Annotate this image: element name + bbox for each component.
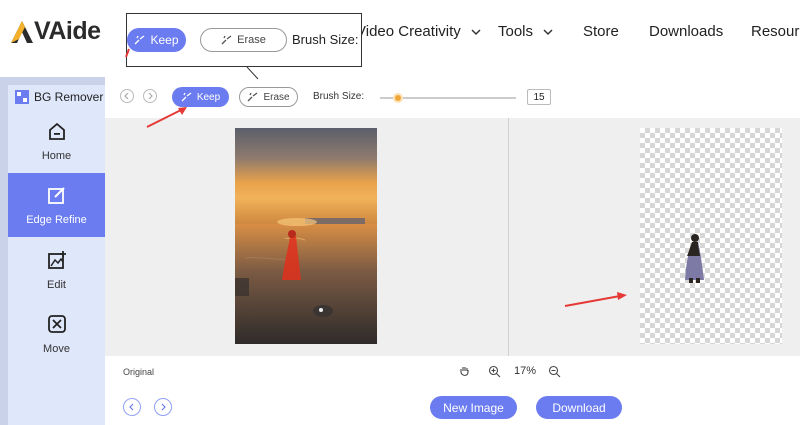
app-title-text: BG Remover xyxy=(34,90,104,104)
nav-tools[interactable]: Tools xyxy=(498,23,553,40)
sidebar-item-label: Edge Refine xyxy=(26,214,87,226)
sidebar-item-home[interactable]: Home xyxy=(8,109,105,173)
nav-resource[interactable]: Resource xyxy=(751,23,800,40)
zoom-in-icon xyxy=(488,365,501,378)
logo-a-icon xyxy=(11,20,33,43)
sidebar-item-label: Move xyxy=(43,343,70,355)
brush-size-thumb[interactable] xyxy=(393,93,403,103)
zoom-out-button[interactable] xyxy=(548,365,561,378)
logo-text: VAide xyxy=(34,17,101,45)
result-image xyxy=(640,128,782,344)
original-image xyxy=(235,128,377,344)
page: VAide Video Creativity Tools Store Downl… xyxy=(0,0,800,425)
erase-button[interactable]: Erase xyxy=(239,87,298,107)
edit-square-icon xyxy=(47,187,65,204)
app-title: BG Remover xyxy=(14,89,103,105)
nav-downloads[interactable]: Downloads xyxy=(649,23,723,40)
zoomed-toolbar-callout: Keep Erase Brush Size: xyxy=(126,13,362,67)
site-logo[interactable]: VAide xyxy=(10,17,101,46)
canvas-divider xyxy=(508,118,509,356)
brush-icon xyxy=(135,35,145,45)
chevron-down-icon xyxy=(471,28,481,35)
nav-label: Store xyxy=(583,23,619,40)
status-bar xyxy=(105,356,800,386)
callout-keep-button: Keep xyxy=(127,28,186,52)
zoom-in-button[interactable] xyxy=(488,365,501,378)
chevron-left-icon xyxy=(129,403,134,411)
nav-label: Video Creativity xyxy=(356,23,461,40)
new-image-button[interactable]: New Image xyxy=(430,396,517,419)
callout-erase-label: Erase xyxy=(237,34,266,46)
eraser-icon xyxy=(221,35,232,45)
keep-label: Keep xyxy=(196,91,221,103)
nav-label: Resource xyxy=(751,23,800,40)
nav-label: Tools xyxy=(498,23,534,40)
eraser-icon xyxy=(247,92,258,102)
brush-size-label: Brush Size: xyxy=(313,91,365,102)
undo-button[interactable] xyxy=(120,89,134,103)
chevron-right-icon xyxy=(161,403,166,411)
keep-button[interactable]: Keep xyxy=(172,87,229,107)
move-icon xyxy=(47,315,66,333)
sidebar-item-label: Edit xyxy=(47,279,66,291)
callout-keep-label: Keep xyxy=(150,33,179,47)
callout-erase-button: Erase xyxy=(200,28,287,52)
home-icon xyxy=(48,122,65,140)
brush-icon xyxy=(181,92,192,102)
sidebar-item-edge-refine[interactable]: Edge Refine xyxy=(8,173,105,237)
hand-icon xyxy=(460,367,469,376)
bg-remover-icon xyxy=(15,90,29,104)
nav-store[interactable]: Store xyxy=(583,23,619,40)
next-button[interactable] xyxy=(154,398,172,416)
sidebar-item-edit[interactable]: Edit xyxy=(8,238,105,302)
callout-brush-label: Brush Size: xyxy=(292,32,359,47)
sidebar-item-move[interactable]: Move xyxy=(8,302,105,366)
brush-size-value[interactable]: 15 xyxy=(527,89,551,105)
redo-icon xyxy=(148,92,153,100)
pan-button[interactable] xyxy=(458,365,471,378)
zoom-out-icon xyxy=(548,365,561,378)
chevron-down-icon xyxy=(543,28,553,35)
redo-button[interactable] xyxy=(143,89,157,103)
original-label: Original xyxy=(123,367,155,377)
undo-icon xyxy=(124,92,129,100)
download-button[interactable]: Download xyxy=(536,396,622,419)
zoom-level: 17% xyxy=(514,365,537,377)
nav-video-creativity[interactable]: Video Creativity xyxy=(356,23,481,40)
image-edit-icon xyxy=(47,251,66,269)
prev-button[interactable] xyxy=(123,398,141,416)
sidebar-item-label: Home xyxy=(41,150,72,162)
site-header: VAide Video Creativity Tools Store Downl… xyxy=(0,0,800,64)
erase-label: Erase xyxy=(263,91,290,103)
nav-label: Downloads xyxy=(649,23,724,40)
